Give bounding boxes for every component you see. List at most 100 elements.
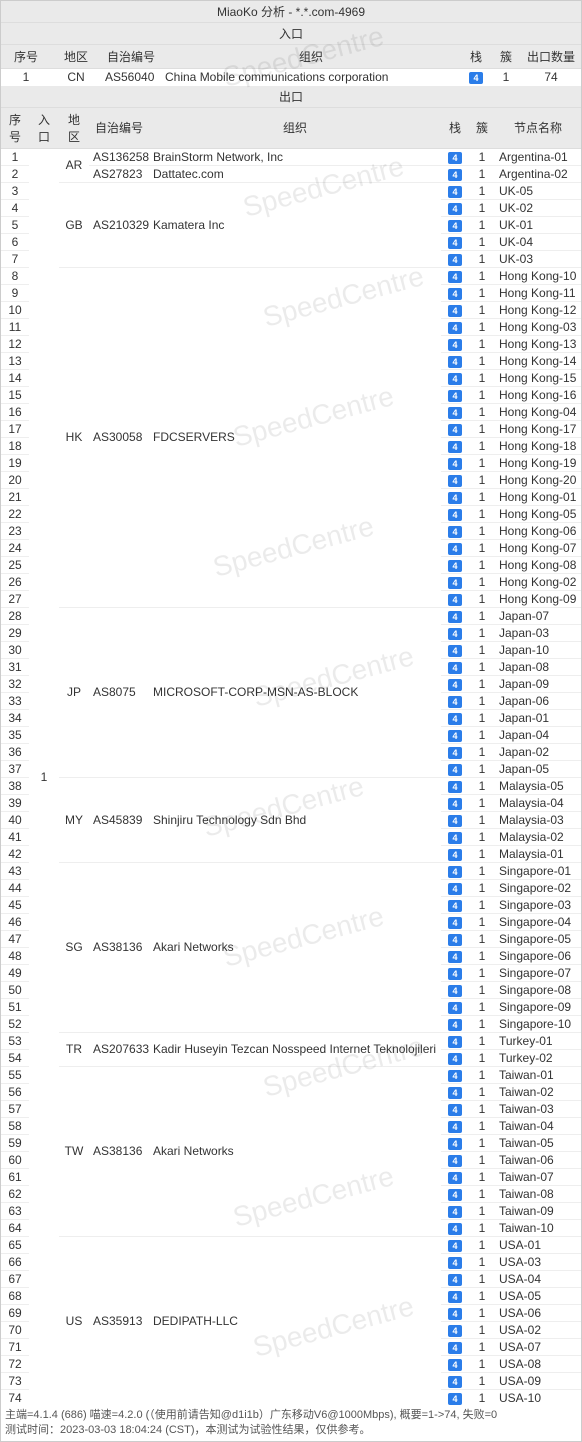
cell-seq: 8 — [1, 267, 29, 284]
cell-clan: 1 — [469, 998, 495, 1015]
stack-badge: 4 — [448, 424, 462, 436]
cell-region: HK — [59, 267, 89, 607]
cell-clan: 1 — [469, 267, 495, 284]
cell-clan: 1 — [469, 947, 495, 964]
cell-node: Singapore-04 — [495, 913, 581, 930]
cell-stack: 4 — [441, 930, 469, 947]
stack-badge: 4 — [448, 917, 462, 929]
cell-asn: AS38136 — [89, 1066, 149, 1236]
cell-clan: 1 — [469, 165, 495, 182]
cell-clan: 1 — [469, 709, 495, 726]
cell-seq: 56 — [1, 1083, 29, 1100]
cell-clan: 1 — [469, 539, 495, 556]
cell-stack: 4 — [441, 726, 469, 743]
stack-badge: 4 — [448, 662, 462, 674]
cell-stack: 4 — [441, 505, 469, 522]
cell-seq: 38 — [1, 777, 29, 794]
cell-stack: 4 — [441, 947, 469, 964]
cell-seq: 45 — [1, 896, 29, 913]
stack-badge: 4 — [448, 322, 462, 334]
cell-stack: 4 — [441, 675, 469, 692]
stack-badge: 4 — [448, 305, 462, 317]
cell-seq: 68 — [1, 1287, 29, 1304]
stack-badge: 4 — [448, 815, 462, 827]
cell-node: Japan-01 — [495, 709, 581, 726]
stack-badge: 4 — [448, 594, 462, 606]
stack-badge: 4 — [448, 798, 462, 810]
col-stack: 栈 — [461, 45, 491, 69]
stack-badge: 4 — [448, 951, 462, 963]
stack-badge: 4 — [448, 679, 462, 691]
stack-badge: 4 — [448, 849, 462, 861]
cell-stack: 4 — [441, 352, 469, 369]
cell-clan: 1 — [469, 369, 495, 386]
stack-badge: 4 — [448, 1053, 462, 1065]
cell-seq: 21 — [1, 488, 29, 505]
cell-node: USA-10 — [495, 1389, 581, 1406]
cell-clan: 1 — [469, 624, 495, 641]
cell-node: USA-01 — [495, 1236, 581, 1253]
cell-node: USA-04 — [495, 1270, 581, 1287]
cell-stack: 4 — [441, 658, 469, 675]
cell-asn: AS56040 — [101, 69, 161, 86]
cell-stack: 4 — [441, 233, 469, 250]
cell-seq: 2 — [1, 165, 29, 182]
cell-seq: 55 — [1, 1066, 29, 1083]
cell-clan: 1 — [469, 471, 495, 488]
cell-stack: 4 — [461, 69, 491, 86]
cell-node: Singapore-03 — [495, 896, 581, 913]
cell-stack: 4 — [441, 284, 469, 301]
col-node: 节点名称 — [495, 108, 581, 149]
cell-clan: 1 — [469, 1117, 495, 1134]
stack-badge: 4 — [469, 72, 483, 84]
cell-clan: 1 — [469, 182, 495, 199]
cell-clan: 1 — [469, 1287, 495, 1304]
cell-stack: 4 — [441, 471, 469, 488]
col-entry: 入口 — [29, 108, 59, 149]
cell-node: Taiwan-01 — [495, 1066, 581, 1083]
cell-org: Kamatera Inc — [149, 182, 441, 267]
cell-stack: 4 — [441, 1338, 469, 1355]
footer-line-2: 测试时间：2023-03-03 18:04:24 (CST)，本测试为试验性结果… — [5, 1423, 577, 1438]
entry-section-header: 入口 — [1, 23, 581, 45]
cell-seq: 36 — [1, 743, 29, 760]
stack-badge: 4 — [448, 356, 462, 368]
stack-badge: 4 — [448, 1308, 462, 1320]
cell-seq: 52 — [1, 1015, 29, 1032]
entry-table: 序号 地区 自治编号 组织 栈 簇 出口数量 1CNAS56040China M… — [1, 45, 581, 86]
cell-asn: AS207633 — [89, 1032, 149, 1066]
cell-clan: 1 — [469, 607, 495, 624]
cell-stack: 4 — [441, 845, 469, 862]
cell-node: Japan-08 — [495, 658, 581, 675]
cell-stack: 4 — [441, 692, 469, 709]
cell-asn: AS38136 — [89, 862, 149, 1032]
cell-clan: 1 — [469, 1083, 495, 1100]
cell-seq: 11 — [1, 318, 29, 335]
cell-seq: 70 — [1, 1321, 29, 1338]
report-container: SpeedCentre SpeedCentre SpeedCentre Spee… — [0, 0, 582, 1442]
cell-clan: 1 — [469, 896, 495, 913]
cell-stack: 4 — [441, 403, 469, 420]
cell-seq: 44 — [1, 879, 29, 896]
cell-node: Malaysia-04 — [495, 794, 581, 811]
cell-stack: 4 — [441, 1134, 469, 1151]
stack-badge: 4 — [448, 1325, 462, 1337]
cell-org: Shinjiru Technology Sdn Bhd — [149, 777, 441, 862]
cell-stack: 4 — [441, 488, 469, 505]
cell-seq: 58 — [1, 1117, 29, 1134]
cell-stack: 4 — [441, 1389, 469, 1406]
cell-clan: 1 — [469, 1066, 495, 1083]
cell-asn: AS30058 — [89, 267, 149, 607]
cell-asn: AS8075 — [89, 607, 149, 777]
col-clan: 簇 — [491, 45, 521, 69]
cell-seq: 24 — [1, 539, 29, 556]
cell-stack: 4 — [441, 182, 469, 199]
stack-badge: 4 — [448, 900, 462, 912]
cell-region: AR — [59, 148, 89, 182]
cell-clan: 1 — [469, 828, 495, 845]
footer: 主端=4.1.4 (686) 喵速=4.2.0 (（使用前请告知@d1i1b）广… — [1, 1406, 581, 1441]
cell-node: Malaysia-02 — [495, 828, 581, 845]
cell-clan: 1 — [469, 981, 495, 998]
footer-line-1: 主端=4.1.4 (686) 喵速=4.2.0 (（使用前请告知@d1i1b）广… — [5, 1408, 577, 1423]
cell-clan: 1 — [469, 1202, 495, 1219]
